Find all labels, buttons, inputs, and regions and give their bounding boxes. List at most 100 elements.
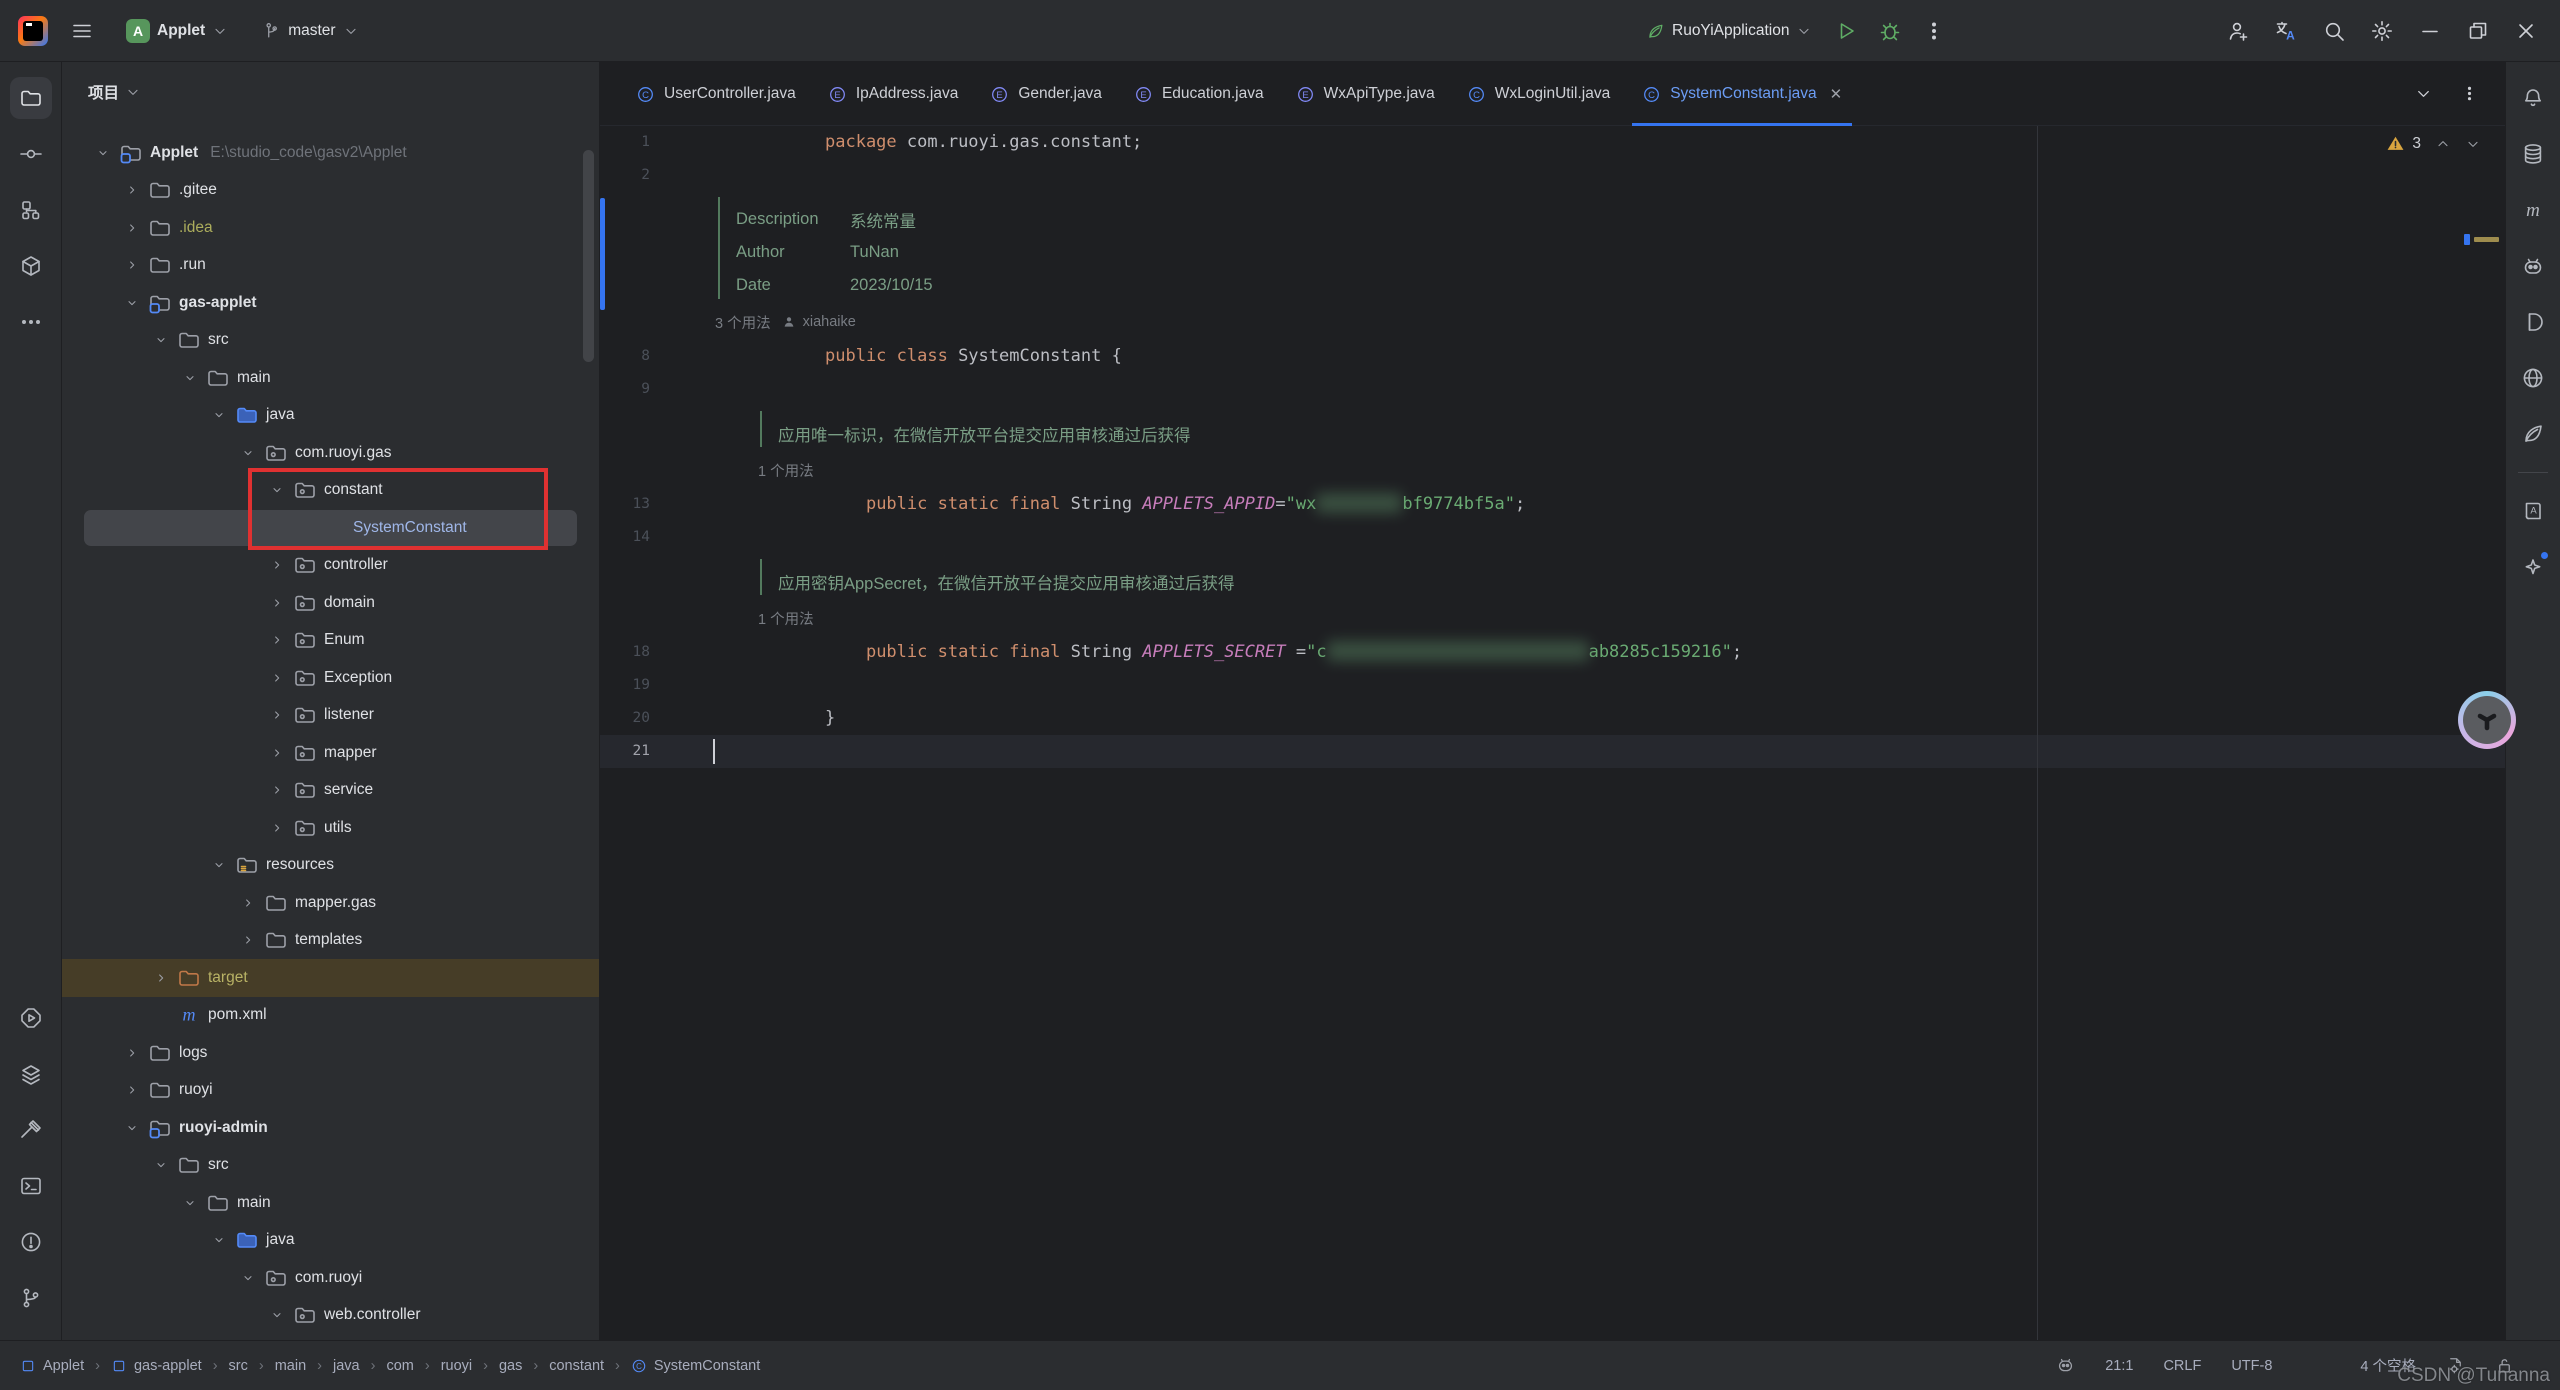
tree-item-src[interactable]: src (62, 322, 599, 360)
tree-item-ruoyi-admin[interactable]: ruoyi-admin (62, 1109, 599, 1147)
tool-stripe-translation-book-button[interactable]: A (2512, 490, 2554, 532)
project-scrollbar[interactable] (583, 150, 594, 362)
search-everywhere-button[interactable] (2314, 11, 2354, 51)
ai-robot-status-icon[interactable] (2056, 1356, 2075, 1375)
tree-chevron[interactable] (235, 932, 261, 948)
close-tab-icon[interactable]: ✕ (1830, 85, 1843, 103)
tree-chevron[interactable] (264, 1307, 290, 1323)
breadcrumb-item-gas-applet[interactable]: gas-applet (111, 1358, 202, 1374)
tool-stripe-structure-button[interactable] (10, 189, 52, 231)
tree-chevron[interactable] (264, 707, 290, 723)
tree-item-ruoyi[interactable]: ruoyi (62, 1072, 599, 1110)
prev-problem-icon[interactable] (2435, 136, 2451, 152)
code-line-13[interactable]: 13 public static final String APPLETS_AP… (600, 488, 2505, 521)
tree-chevron[interactable] (119, 1045, 145, 1061)
breadcrumb-item-Applet[interactable]: Applet (20, 1358, 84, 1374)
tool-stripe-packages-button[interactable] (10, 245, 52, 287)
tree-item-listener[interactable]: listener (62, 697, 599, 735)
tree-item-main[interactable]: main (62, 1184, 599, 1222)
main-menu-button[interactable] (62, 11, 102, 51)
breadcrumb-item-main[interactable]: main (275, 1358, 306, 1374)
tool-stripe-notifications-button[interactable] (2512, 77, 2554, 119)
usages-hint[interactable]: 3 个用法 (715, 312, 771, 333)
tree-item-service[interactable]: service (62, 772, 599, 810)
chevron-down-icon[interactable] (125, 84, 141, 100)
editor-tab-SystemConstant.java[interactable]: C SystemConstant.java ✕ (1626, 62, 1858, 126)
tree-item-java[interactable]: java (62, 397, 599, 435)
breadcrumb-item-src[interactable]: src (229, 1358, 248, 1374)
tree-chevron[interactable] (206, 857, 232, 873)
tree-chevron[interactable] (119, 1120, 145, 1136)
debug-button[interactable] (1870, 11, 1910, 51)
tool-stripe-services-button[interactable] (10, 1053, 52, 1095)
tree-chevron[interactable] (264, 820, 290, 836)
tree-chevron[interactable] (177, 1195, 203, 1211)
settings-button[interactable] (2362, 11, 2402, 51)
editor-tab-WxLoginUtil.java[interactable]: C WxLoginUtil.java (1451, 62, 1626, 126)
doc-comment-block[interactable]: Description 系统常量Author TuNanDate 2023/10… (600, 192, 2505, 304)
tree-item-templates[interactable]: templates (62, 922, 599, 960)
tree-item-main[interactable]: main (62, 359, 599, 397)
run-button[interactable] (1826, 11, 1866, 51)
editor-tab-Education.java[interactable]: E Education.java (1118, 62, 1280, 126)
tree-item-target[interactable]: target (62, 959, 599, 997)
tree-item-.run[interactable]: .run (62, 247, 599, 285)
code-line-18[interactable]: 18 public static final String APPLETS_SE… (600, 636, 2505, 669)
tree-item-Applet[interactable]: Applet E:\studio_code\gasv2\Applet (62, 134, 599, 172)
tree-chevron[interactable] (148, 332, 174, 348)
encoding-widget[interactable]: UTF-8 (2231, 1358, 2272, 1374)
tree-chevron[interactable] (148, 970, 174, 986)
code-line-14[interactable]: 14 (600, 521, 2505, 554)
tool-stripe-ai-sparkle-button[interactable] (2512, 546, 2554, 588)
ai-assistant-floating-button[interactable] (2458, 691, 2516, 749)
breadcrumb-item-java[interactable]: java (333, 1358, 360, 1374)
breadcrumb-item-gas[interactable]: gas (499, 1358, 522, 1374)
code-line-9[interactable]: 9 (600, 373, 2505, 406)
editor-tab-IpAddress.java[interactable]: E IpAddress.java (812, 62, 975, 126)
tree-chevron[interactable] (119, 220, 145, 236)
tool-stripe-commit-button[interactable] (10, 133, 52, 175)
tree-item-domain[interactable]: domain (62, 584, 599, 622)
tree-chevron[interactable] (119, 257, 145, 273)
tree-chevron[interactable] (264, 782, 290, 798)
tree-item-web.controller[interactable]: web.controller (62, 1297, 599, 1335)
minimize-button[interactable] (2410, 11, 2450, 51)
tool-stripe-maven-button[interactable]: m (2512, 189, 2554, 231)
code-line-20[interactable]: 20 } (600, 702, 2505, 735)
tree-item-logs[interactable]: logs (62, 1034, 599, 1072)
tool-stripe-problems-button[interactable] (10, 1221, 52, 1263)
tool-stripe-endpoints-button[interactable] (2512, 357, 2554, 399)
tree-item-Exception[interactable]: Exception (62, 659, 599, 697)
breadcrumb-item-com[interactable]: com (386, 1358, 413, 1374)
tree-chevron[interactable] (206, 1232, 232, 1248)
tree-item-mapper.gas[interactable]: mapper.gas (62, 884, 599, 922)
project-widget[interactable]: A Applet (116, 11, 238, 51)
tree-item-resources[interactable]: resources (62, 847, 599, 885)
tree-item-src[interactable]: src (62, 1147, 599, 1185)
tree-chevron[interactable] (264, 557, 290, 573)
tab-options-button[interactable] (2449, 74, 2489, 114)
tree-item-java[interactable]: java (62, 1222, 599, 1260)
tool-stripe-database-button[interactable] (2512, 133, 2554, 175)
tool-stripe-build-button[interactable] (10, 1109, 52, 1151)
editor-tab-Gender.java[interactable]: E Gender.java (974, 62, 1118, 126)
author-hint[interactable]: xiahaike (803, 314, 856, 330)
tree-chevron[interactable] (148, 1157, 174, 1173)
tree-item-com.ruoyi.gas[interactable]: com.ruoyi.gas (62, 434, 599, 472)
tree-item-Enum[interactable]: Enum (62, 622, 599, 660)
editor-tab-UserController.java[interactable]: C UserController.java (620, 62, 812, 126)
tree-chevron[interactable] (235, 1270, 261, 1286)
tree-item-utils[interactable]: utils (62, 809, 599, 847)
tree-item-.gitee[interactable]: .gitee (62, 172, 599, 210)
tree-chevron[interactable] (119, 1082, 145, 1098)
tree-item-com.ruoyi[interactable]: com.ruoyi (62, 1259, 599, 1297)
tool-stripe-terminal-button[interactable] (10, 1165, 52, 1207)
tree-item-controller[interactable]: controller (62, 547, 599, 585)
tree-chevron[interactable] (119, 182, 145, 198)
tree-chevron[interactable] (235, 445, 261, 461)
run-configuration-widget[interactable]: RuoYiApplication (1636, 11, 1822, 51)
translate-button[interactable]: A (2266, 11, 2306, 51)
caret-position-widget[interactable]: 21:1 (2105, 1358, 2133, 1374)
tree-chevron[interactable] (264, 670, 290, 686)
tree-chevron[interactable] (264, 595, 290, 611)
